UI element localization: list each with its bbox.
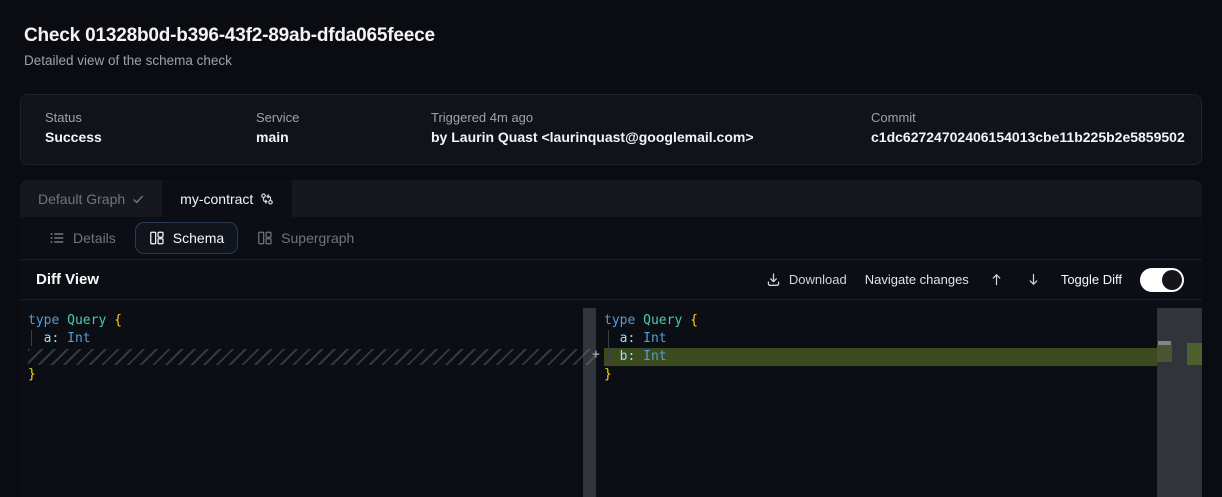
- page-title: Check 01328b0d-b396-43f2-89ab-dfda065fee…: [24, 25, 435, 47]
- toggle-knob: [1162, 270, 1182, 290]
- tab-details-label: Details: [73, 230, 116, 246]
- diff-pane-modified[interactable]: type Query { a: Int b: Int}: [604, 312, 1157, 384]
- git-compare-icon: [260, 192, 274, 206]
- tab-supergraph-label: Supergraph: [281, 230, 354, 246]
- left-pane-scrollbar[interactable]: [583, 308, 596, 497]
- tab-details[interactable]: Details: [36, 223, 129, 253]
- panels-icon: [149, 230, 165, 246]
- indent-guide: [608, 330, 609, 365]
- check-summary-card: Status Success Service main Triggered 4m…: [20, 94, 1202, 165]
- diff-toolbar: Download Navigate changes Toggle Diff: [766, 268, 1184, 292]
- tab-supergraph[interactable]: Supergraph: [244, 223, 367, 253]
- diff-view-header: Diff View Download Navigate changes Togg…: [20, 259, 1202, 300]
- code-line: type Query {: [604, 312, 1157, 330]
- panels-icon: [257, 230, 273, 246]
- next-change-button[interactable]: [1024, 272, 1043, 287]
- check-detail-panel: Default Graph my-contract Details: [20, 180, 1202, 497]
- commit-value: c1dc62724702406154013cbe11b225b2e5859502: [871, 129, 1185, 145]
- download-icon: [766, 272, 781, 287]
- code-line: }: [28, 366, 596, 384]
- status-label: Status: [45, 110, 82, 125]
- status-value: Success: [45, 129, 102, 145]
- check-icon: [132, 193, 144, 205]
- added-line-under-scrollbar: [1157, 345, 1172, 362]
- diff-editor: type Query { a: Int} type Query { a: Int…: [20, 300, 1202, 497]
- tab-default-graph-label: Default Graph: [38, 191, 125, 207]
- code-line: a: Int: [604, 330, 1157, 348]
- toggle-diff-switch[interactable]: [1140, 268, 1184, 292]
- triggered-value: by Laurin Quast <laurinquast@googlemail.…: [431, 129, 754, 145]
- download-button[interactable]: Download: [766, 272, 847, 287]
- list-icon: [49, 230, 65, 246]
- tab-my-contract[interactable]: my-contract: [162, 180, 292, 217]
- code-line: b: Int: [604, 348, 1157, 366]
- tab-default-graph[interactable]: Default Graph: [20, 180, 162, 217]
- service-value: main: [256, 129, 289, 145]
- code-line: a: Int: [28, 330, 596, 348]
- view-tabs: Details Schema Supergraph: [20, 217, 1202, 259]
- arrow-up-icon: [989, 272, 1004, 287]
- commit-label: Commit: [871, 110, 916, 125]
- diff-spacer-line: [28, 349, 596, 365]
- overview-ruler-added-mark: [1187, 343, 1202, 365]
- tab-schema-label: Schema: [173, 230, 224, 246]
- graph-tabstrip: Default Graph my-contract: [20, 180, 1202, 217]
- tab-my-contract-label: my-contract: [180, 191, 253, 207]
- diff-view-title: Diff View: [36, 271, 99, 288]
- code-line: }: [604, 366, 1157, 384]
- indent-guide: [31, 330, 32, 346]
- page-subtitle: Detailed view of the schema check: [24, 53, 232, 68]
- arrow-down-icon: [1026, 272, 1041, 287]
- right-pane-scrollbar[interactable]: [1157, 308, 1202, 497]
- service-label: Service: [256, 110, 299, 125]
- tab-schema[interactable]: Schema: [135, 222, 238, 254]
- previous-change-button[interactable]: [987, 272, 1006, 287]
- navigate-changes-label: Navigate changes: [865, 272, 969, 287]
- diff-pane-original[interactable]: type Query { a: Int}: [28, 312, 596, 384]
- toggle-diff-label: Toggle Diff: [1061, 272, 1122, 287]
- triggered-label: Triggered 4m ago: [431, 110, 533, 125]
- download-label: Download: [789, 272, 847, 287]
- code-line: type Query {: [28, 312, 596, 330]
